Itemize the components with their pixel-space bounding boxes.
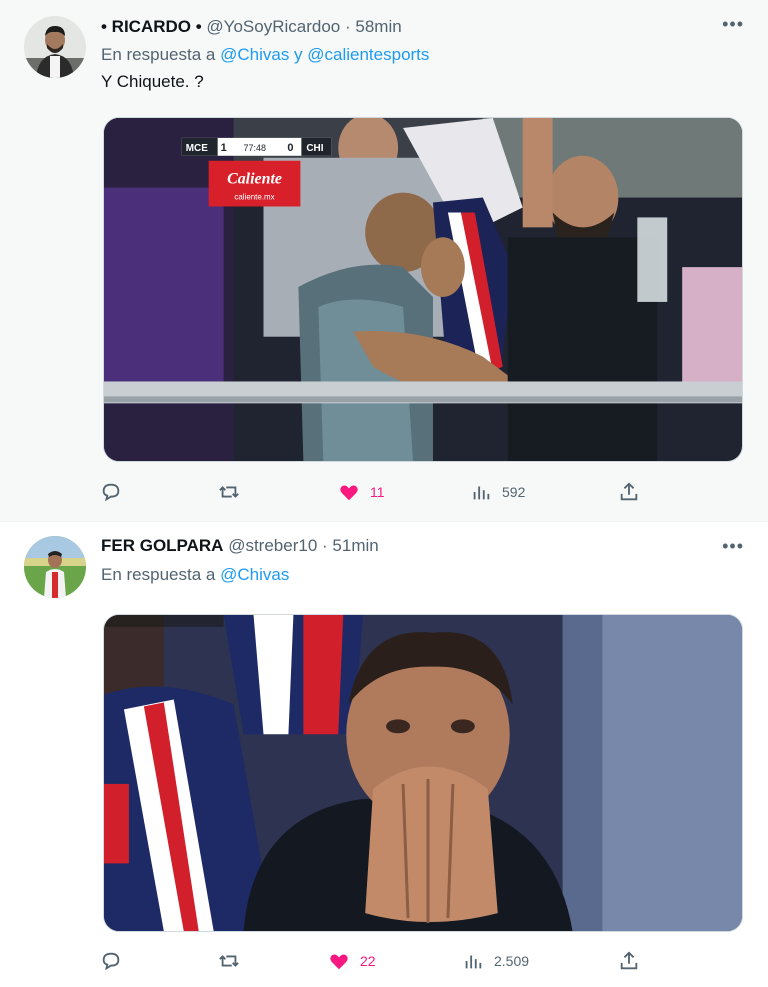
reply-mentions[interactable]: @Chivas: [220, 565, 289, 584]
like-button[interactable]: 11: [338, 478, 385, 506]
tweet-actions: 22 2.509: [100, 947, 645, 975]
like-icon: [330, 954, 348, 970]
reply-button[interactable]: [100, 478, 132, 506]
like-button[interactable]: 22: [328, 947, 376, 975]
reply-prefix: En respuesta a: [101, 565, 216, 584]
handle[interactable]: @YoSoyRicardoo: [206, 17, 340, 36]
retweet-icon: [219, 955, 239, 967]
views-icon: [473, 486, 490, 500]
share-button[interactable]: [618, 947, 640, 975]
timestamp[interactable]: 51min: [332, 536, 378, 555]
like-icon: [340, 485, 358, 501]
reply-button[interactable]: [100, 947, 132, 975]
tweet-1[interactable]: • RICARDO • @YoSoyRicardoo · 58min ••• E…: [0, 0, 768, 522]
avatar[interactable]: [24, 536, 86, 598]
display-name[interactable]: • RICARDO •: [101, 17, 202, 36]
score-clock: 77:48: [244, 143, 266, 153]
reply-icon: [102, 952, 120, 971]
share-icon: [620, 482, 638, 501]
tweet-2[interactable]: FER GOLPARA @streber10 · 51min ••• En re…: [0, 522, 768, 987]
reply-mentions[interactable]: @Chivas y @calientesports: [220, 45, 429, 64]
views-button[interactable]: 2.509: [462, 947, 529, 975]
tweet-media[interactable]: [103, 614, 743, 932]
sponsor-logo: Caliente: [227, 171, 282, 188]
reply-context: En respuesta a @Chivas y @calientesports: [101, 45, 429, 65]
share-button[interactable]: [618, 478, 640, 506]
score-home-value: 1: [221, 142, 227, 154]
views-count: 2.509: [494, 953, 530, 969]
separator: ·: [344, 17, 351, 36]
avatar[interactable]: [24, 16, 86, 78]
display-name[interactable]: FER GOLPARA: [101, 536, 223, 555]
share-icon: [620, 951, 638, 970]
score-home: MCE: [186, 143, 208, 154]
handle[interactable]: @streber10: [228, 536, 317, 555]
tweet-media[interactable]: MCE 1 77:48 0 CHI Caliente caliente.mx: [103, 117, 743, 462]
crying-fan-photo: [104, 615, 742, 931]
tweet-header: • RICARDO • @YoSoyRicardoo · 58min: [101, 17, 402, 37]
views-icon: [465, 955, 482, 969]
like-count: 22: [360, 953, 376, 969]
retweet-button[interactable]: [218, 478, 250, 506]
tweet-header: FER GOLPARA @streber10 · 51min: [101, 536, 379, 556]
tweet-text: Y Chiquete. ?: [101, 72, 204, 91]
views-button[interactable]: 592: [470, 478, 525, 506]
score-away-value: 0: [287, 142, 293, 154]
more-icon[interactable]: •••: [722, 536, 744, 557]
sponsor-sub: caliente.mx: [234, 193, 274, 202]
views-count: 592: [502, 484, 526, 500]
avatar-image: [24, 536, 86, 598]
timestamp[interactable]: 58min: [355, 17, 401, 36]
score-away: CHI: [306, 143, 323, 154]
avatar-image: [24, 16, 86, 78]
stadium-fans-photo: MCE 1 77:48 0 CHI Caliente caliente.mx: [104, 118, 742, 461]
reply-context: En respuesta a @Chivas: [101, 565, 289, 585]
tweet-actions: 11 592: [100, 478, 645, 506]
separator: ·: [322, 536, 328, 555]
more-icon[interactable]: •••: [722, 14, 744, 35]
reply-icon: [102, 483, 120, 502]
like-count: 11: [370, 484, 385, 500]
reply-prefix: En respuesta a: [101, 45, 216, 64]
retweet-button[interactable]: [218, 947, 250, 975]
retweet-icon: [219, 486, 239, 498]
